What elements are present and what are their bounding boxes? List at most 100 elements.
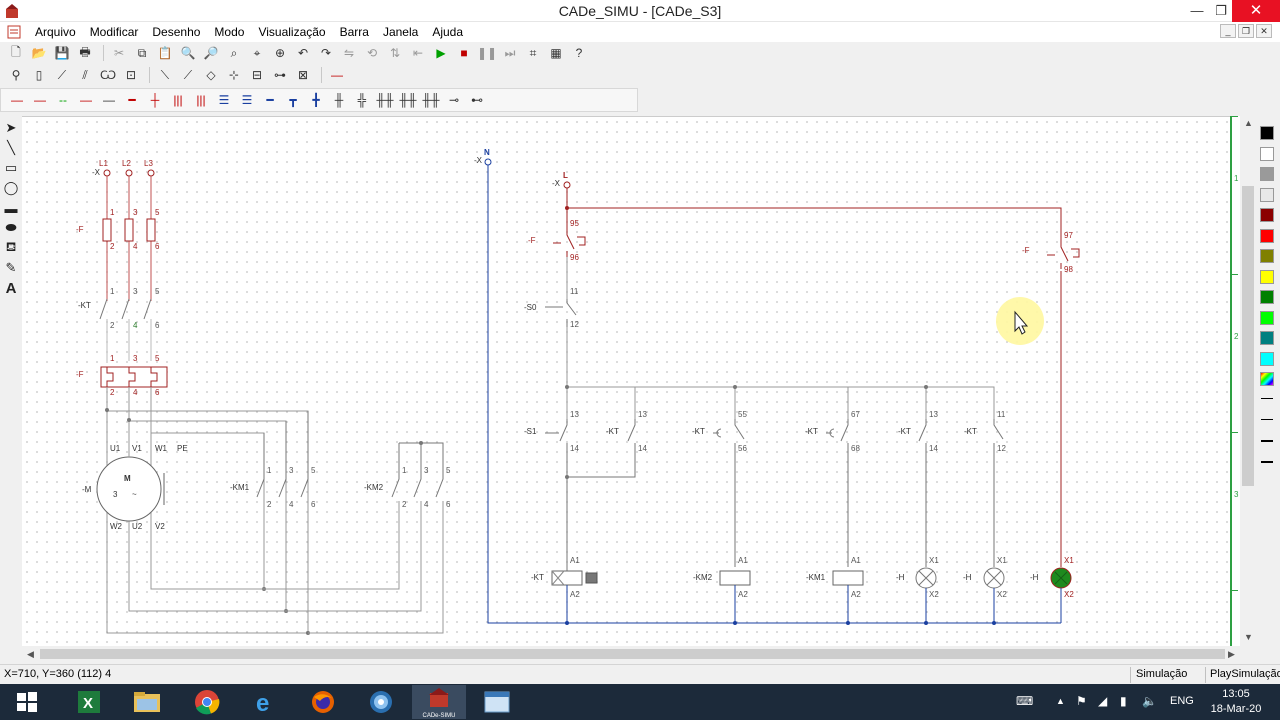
text-tool-icon[interactable]: A bbox=[0, 278, 22, 298]
play-icon[interactable]: ▶ bbox=[431, 44, 451, 62]
clock[interactable]: 13:05 18-Mar-20 bbox=[1206, 687, 1266, 717]
color-cyan[interactable] bbox=[1260, 352, 1274, 366]
close-button[interactable]: ✕ bbox=[1232, 0, 1280, 22]
tap-double-icon[interactable]: ╫╫ bbox=[375, 91, 395, 109]
save-icon[interactable]: 💾 bbox=[52, 44, 72, 62]
color-gray[interactable] bbox=[1260, 167, 1274, 181]
line-tool-icon[interactable]: ╲ bbox=[0, 138, 22, 158]
menu-arquivo[interactable]: Arquivo bbox=[28, 22, 83, 42]
line-width-1[interactable] bbox=[1261, 398, 1273, 399]
horizontal-scrollbar[interactable]: ◀ ▶ bbox=[22, 646, 1240, 662]
scroll-up-icon[interactable]: ▲ bbox=[1244, 118, 1253, 128]
color-red[interactable] bbox=[1260, 229, 1274, 243]
wire-blue-cross-icon[interactable]: ╋ bbox=[306, 91, 326, 109]
scroll-down-icon[interactable]: ▼ bbox=[1244, 632, 1253, 642]
fuse-icon[interactable]: ▯ bbox=[29, 66, 49, 84]
terminal-icon[interactable]: ◇ bbox=[201, 66, 221, 84]
wire-bus-icon[interactable]: ||| bbox=[191, 91, 211, 109]
menu-modificar[interactable]: Modificar bbox=[83, 22, 146, 42]
fill-bucket-icon[interactable]: ⛾ bbox=[0, 238, 22, 258]
menu-barra[interactable]: Barra bbox=[333, 22, 376, 42]
wire-blue-icon[interactable]: ━ bbox=[260, 91, 280, 109]
color-light-gray[interactable] bbox=[1260, 188, 1274, 202]
coil-icon[interactable]: ⊟ bbox=[247, 66, 267, 84]
snap-icon[interactable]: ⌗ bbox=[523, 44, 543, 62]
breaker-icon[interactable]: ⊡ bbox=[121, 66, 141, 84]
tap-cross-icon[interactable]: ╬ bbox=[352, 91, 372, 109]
window-app-taskbar-button[interactable] bbox=[470, 685, 524, 719]
menu-janela[interactable]: Janela bbox=[376, 22, 425, 42]
mdi-minimize-button[interactable]: _ bbox=[1220, 24, 1236, 38]
select-arrow-icon[interactable]: ➤ bbox=[0, 118, 22, 138]
chrome-taskbar-button[interactable] bbox=[180, 685, 234, 719]
stop-icon[interactable]: ■ bbox=[454, 44, 474, 62]
explorer-taskbar-button[interactable] bbox=[120, 685, 174, 719]
cade-simu-taskbar-button[interactable]: CADe-SIMU bbox=[412, 685, 466, 719]
zoom-in-icon[interactable]: 🔍 bbox=[178, 44, 198, 62]
wire-cross-icon[interactable]: ┼ bbox=[145, 91, 165, 109]
zoom-all-icon[interactable]: ⌖ bbox=[247, 44, 267, 62]
contact-no-icon[interactable]: ⟍ bbox=[155, 66, 175, 84]
tap-quad-icon[interactable]: ╫╫ bbox=[421, 91, 441, 109]
redo-icon[interactable]: ↷ bbox=[316, 44, 336, 62]
wire-n-icon[interactable]: — bbox=[99, 91, 119, 109]
ie-taskbar-button[interactable]: e bbox=[238, 685, 292, 719]
menu-visualizacao[interactable]: Visualização bbox=[251, 22, 332, 42]
wire-label-icon[interactable]: ⊷ bbox=[467, 91, 487, 109]
ellipse-tool-icon[interactable]: ◯ bbox=[0, 178, 22, 198]
zoom-fit-icon[interactable]: ⊕ bbox=[270, 44, 290, 62]
line-width-4[interactable] bbox=[1261, 461, 1273, 463]
flip-icon[interactable]: ⇅ bbox=[385, 44, 405, 62]
filled-ellipse-icon[interactable]: ⬬ bbox=[0, 218, 22, 238]
align-icon[interactable]: ⇤ bbox=[408, 44, 428, 62]
rotate-icon[interactable]: ⟲ bbox=[362, 44, 382, 62]
bus-stacked-icon[interactable]: ☰ bbox=[237, 91, 257, 109]
new-file-icon[interactable]: 🗋 bbox=[6, 44, 26, 62]
zoom-out-icon[interactable]: 🔎 bbox=[201, 44, 221, 62]
wire-l2-icon[interactable]: — bbox=[30, 91, 50, 109]
paste-icon[interactable]: 📋 bbox=[155, 44, 175, 62]
wire-l1-icon[interactable]: — bbox=[7, 91, 27, 109]
wire-blue-tap-icon[interactable]: ┳ bbox=[283, 91, 303, 109]
network-icon[interactable]: ⚑ bbox=[1076, 694, 1087, 708]
pen-icon[interactable]: ✎ bbox=[0, 258, 22, 278]
color-dark-red[interactable] bbox=[1260, 208, 1274, 222]
color-olive[interactable] bbox=[1260, 249, 1274, 263]
wire-end-icon[interactable]: ⊸ bbox=[444, 91, 464, 109]
color-lime[interactable] bbox=[1260, 311, 1274, 325]
excel-taskbar-button[interactable]: X bbox=[62, 685, 116, 719]
mdi-close-button[interactable]: ✕ bbox=[1256, 24, 1272, 38]
language-indicator[interactable]: ENG bbox=[1170, 695, 1194, 707]
bus-horizontal-icon[interactable]: ☰ bbox=[214, 91, 234, 109]
print-icon[interactable]: 🖶 bbox=[75, 44, 95, 62]
color-black[interactable] bbox=[1260, 126, 1274, 140]
scroll-right-icon[interactable]: ▶ bbox=[1228, 649, 1235, 660]
undo-icon[interactable]: ↶ bbox=[293, 44, 313, 62]
rectangle-tool-icon[interactable]: ▭ bbox=[0, 158, 22, 178]
vertical-scroll-thumb[interactable] bbox=[1242, 186, 1254, 486]
switch-icon[interactable]: ⟋ bbox=[52, 66, 72, 84]
relay-icon[interactable]: Ѡ bbox=[98, 66, 118, 84]
start-button[interactable] bbox=[0, 685, 54, 719]
tap-single-icon[interactable]: ╫ bbox=[329, 91, 349, 109]
vertical-scrollbar[interactable]: ▲ ▼ bbox=[1240, 116, 1256, 646]
schematic-canvas[interactable]: L1 L2 L3 -X -F 1 3 5 2 4 6 -KT 1 3 5 2 4… bbox=[22, 116, 1230, 646]
scroll-left-icon[interactable]: ◀ bbox=[27, 649, 34, 660]
menu-modo[interactable]: Modo bbox=[207, 22, 251, 42]
open-folder-icon[interactable]: 📂 bbox=[29, 44, 49, 62]
filled-rectangle-icon[interactable]: ▬ bbox=[0, 198, 22, 218]
wire-three-icon[interactable]: ||| bbox=[168, 91, 188, 109]
firefox-taskbar-button[interactable] bbox=[296, 685, 350, 719]
connector-icon[interactable]: ⊹ bbox=[224, 66, 244, 84]
zoom-window-icon[interactable]: ⌕ bbox=[224, 44, 244, 62]
contact-nc-icon[interactable]: ⟋ bbox=[178, 66, 198, 84]
tray-expand-icon[interactable]: ▲ bbox=[1056, 696, 1065, 706]
color-green[interactable] bbox=[1260, 290, 1274, 304]
volume-icon[interactable]: 🔈 bbox=[1142, 694, 1157, 708]
line-width-2[interactable] bbox=[1261, 419, 1273, 420]
line-width-3[interactable] bbox=[1261, 440, 1273, 442]
tap-triple-icon[interactable]: ╫╫ bbox=[398, 91, 418, 109]
wire-pe-icon[interactable]: -- bbox=[53, 91, 73, 109]
color-white[interactable] bbox=[1260, 147, 1274, 161]
wire-l3-icon[interactable]: — bbox=[76, 91, 96, 109]
